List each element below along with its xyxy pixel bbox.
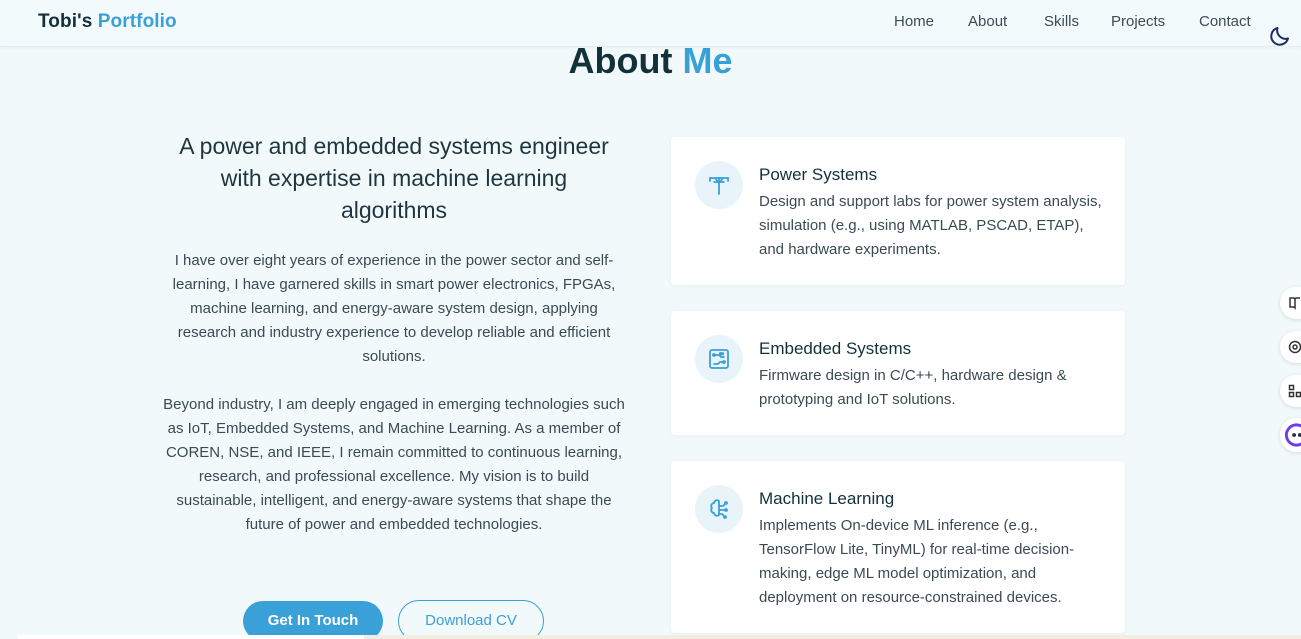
nav-links: Home About Skills Projects Contact <box>0 13 1301 33</box>
moon-icon <box>1270 27 1289 46</box>
card-title: Machine Learning <box>759 489 895 508</box>
grid-icon <box>1288 384 1301 398</box>
floating-assistant-button[interactable] <box>1280 418 1301 452</box>
brain-circuit-icon <box>710 499 728 519</box>
skill-card-power-systems: Power Systems Design and support labs fo… <box>671 137 1125 285</box>
about-paragraph-1: I have over eight years of experience in… <box>172 252 616 365</box>
card-icon-wrapper <box>695 485 743 533</box>
skill-card-machine-learning: Machine Learning Implements On-device ML… <box>671 461 1125 633</box>
theme-toggle-button[interactable] <box>1268 24 1292 48</box>
card-icon-wrapper <box>695 335 743 383</box>
download-cv-button[interactable]: Download CV <box>398 600 544 639</box>
book-icon <box>1289 297 1300 310</box>
navbar: Tobi's Portfolio Home About Skills Proje… <box>0 0 1301 47</box>
circuit-board-icon <box>709 349 729 369</box>
about-tagline: A power and embedded systems engineer wi… <box>179 133 609 223</box>
card-title: Embedded Systems <box>759 339 912 358</box>
floating-book-button[interactable] <box>1280 287 1301 319</box>
nav-link-home[interactable]: Home <box>894 13 934 30</box>
nav-link-projects[interactable]: Projects <box>1111 13 1165 30</box>
nav-link-about[interactable]: About <box>968 13 1007 30</box>
about-paragraph-2: Beyond industry, I am deeply engaged in … <box>163 396 625 533</box>
nav-link-skills[interactable]: Skills <box>1044 13 1079 30</box>
bottom-edge-strip-left <box>18 635 364 639</box>
card-icon-wrapper <box>695 161 743 209</box>
card-description: Implements On-device ML inference (e.g.,… <box>759 517 1075 606</box>
nav-link-contact[interactable]: Contact <box>1199 13 1251 30</box>
card-title: Power Systems <box>759 165 878 184</box>
skill-card-embedded-systems: Embedded Systems Firmware design in C/C+… <box>671 311 1125 435</box>
get-in-touch-button[interactable]: Get In Touch <box>243 601 383 639</box>
at-sign-icon <box>1288 340 1301 354</box>
card-description: Design and support labs for power system… <box>759 193 1102 258</box>
assistant-icon <box>1284 423 1301 447</box>
card-description: Firmware design in C/C++, hardware desig… <box>759 367 1067 408</box>
power-tower-icon <box>709 177 729 195</box>
floating-at-button[interactable] <box>1280 331 1301 363</box>
floating-grid-button[interactable] <box>1280 375 1301 407</box>
